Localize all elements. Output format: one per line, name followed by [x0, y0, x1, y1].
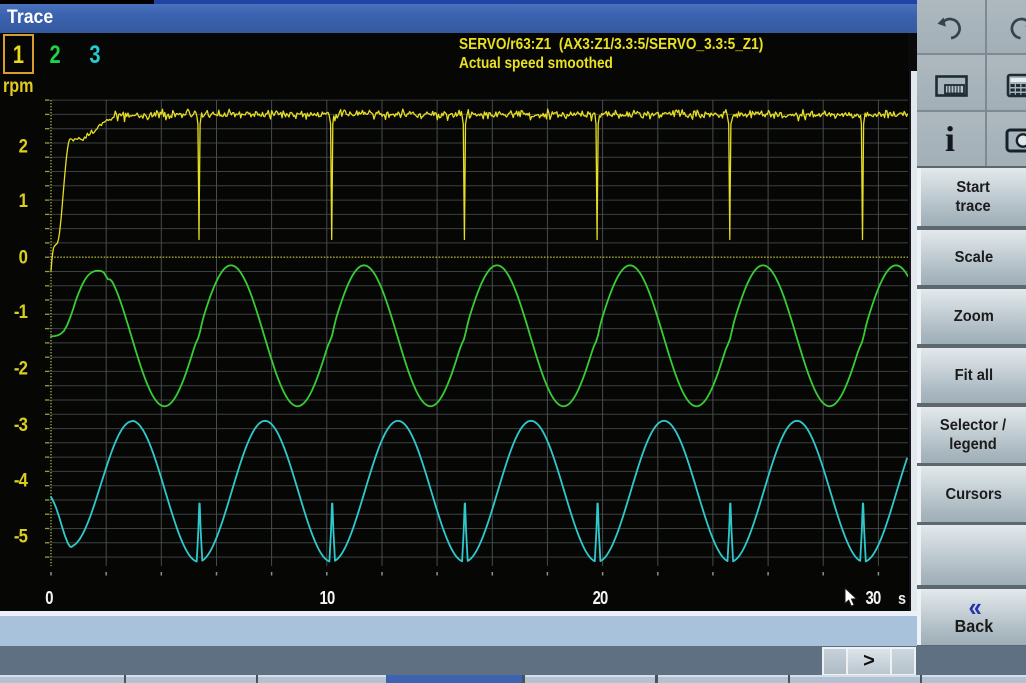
- svg-text:-1: -1: [14, 301, 28, 322]
- svg-text:-5: -5: [14, 526, 28, 547]
- svg-text:i: i: [945, 119, 955, 159]
- svg-text:-3: -3: [14, 414, 28, 435]
- svg-text:0: 0: [45, 587, 53, 608]
- svg-text:0: 0: [19, 247, 28, 268]
- svg-text:1: 1: [19, 190, 28, 211]
- svg-text:s: s: [898, 590, 906, 608]
- svg-text:10: 10: [320, 587, 335, 608]
- svg-text:-4: -4: [14, 470, 28, 491]
- svg-text:-2: -2: [14, 358, 28, 379]
- svg-text:20: 20: [593, 587, 608, 608]
- svg-text:30: 30: [866, 587, 881, 608]
- svg-text:2: 2: [19, 136, 28, 157]
